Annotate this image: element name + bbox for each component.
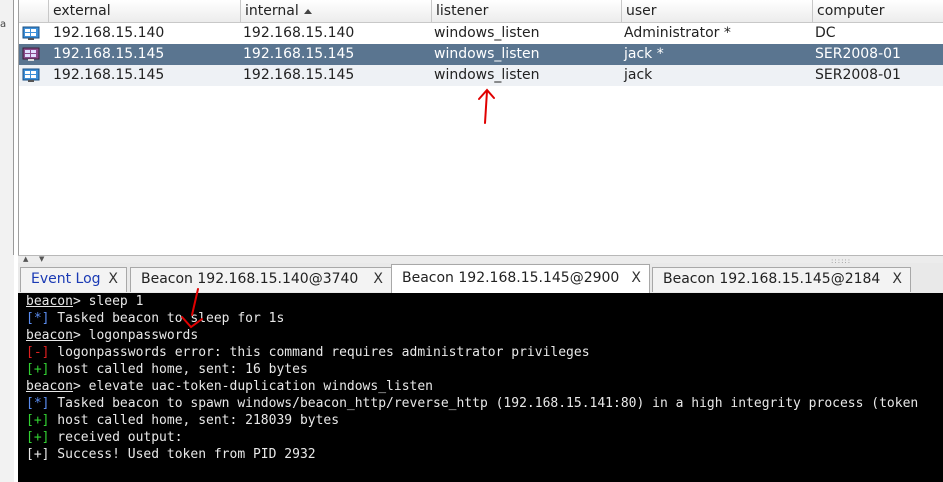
console-line: beacon> elevate uac-token-duplication wi…: [26, 378, 433, 395]
close-icon[interactable]: X: [373, 271, 383, 287]
console-tag: [+]: [26, 447, 50, 462]
left-strip-char: a: [0, 19, 7, 30]
cell-user: jack *: [624, 46, 664, 62]
divider: [13, 0, 14, 255]
console-line: beacon> logonpasswords: [26, 327, 198, 344]
console-text: host called home, sent: 218039 bytes: [49, 413, 340, 428]
console-tag: [+]: [26, 430, 50, 445]
tab-label: Beacon 192.168.15.145@2900: [402, 270, 620, 286]
tab-beacon-3740[interactable]: Beacon 192.168.15.140@3740 X: [130, 267, 392, 292]
console-text: logonpasswords error: this command requi…: [49, 345, 590, 360]
console-text: > sleep 1: [72, 294, 144, 309]
cell-listener: windows_listen: [434, 25, 540, 41]
console-text: > logonpasswords: [72, 328, 199, 343]
cell-external: 192.168.15.145: [53, 67, 165, 83]
console-line: [-] logonpasswords error: this command r…: [26, 344, 590, 361]
beacon-table: external internal listener user computer…: [18, 0, 943, 255]
column-header-listener[interactable]: listener: [431, 0, 621, 22]
windows-host-icon: [22, 68, 40, 82]
console-tag: [*]: [26, 396, 50, 411]
console-line: [+] host called home, sent: 16 bytes: [26, 361, 308, 378]
cell-computer: SER2008-01: [815, 67, 901, 83]
tab-label: Event Log: [31, 271, 101, 287]
console-tag: [-]: [26, 345, 50, 360]
left-strip: a: [0, 0, 14, 482]
console-line: beacon> sleep 1: [26, 293, 143, 310]
tab-beacon-2184[interactable]: Beacon 192.168.15.145@2184 X: [652, 267, 911, 292]
console-line: [*] Tasked beacon to sleep for 1s: [26, 310, 284, 327]
console-prompt: beacon: [26, 294, 73, 309]
cell-user: jack: [624, 67, 653, 83]
cell-internal: 192.168.15.145: [243, 46, 355, 62]
console-prompt: beacon: [26, 379, 73, 394]
console-prompt: beacon: [26, 328, 73, 343]
cell-external: 192.168.15.140: [53, 25, 165, 41]
table-row[interactable]: 192.168.15.145 192.168.15.145 windows_li…: [19, 65, 943, 86]
cell-user: Administrator *: [624, 25, 731, 41]
column-header-internal[interactable]: internal: [240, 0, 431, 22]
collapse-up-icon[interactable]: ▲: [23, 255, 28, 263]
cell-external: 192.168.15.145: [53, 46, 165, 62]
column-header-user[interactable]: user: [621, 0, 812, 22]
collapse-down-icon[interactable]: ▼: [39, 255, 44, 263]
column-label: listener: [436, 3, 489, 19]
sort-ascending-icon: [304, 9, 312, 14]
column-header-external[interactable]: external: [48, 0, 240, 22]
tab-label: Beacon 192.168.15.145@2184: [663, 271, 881, 287]
cell-listener: windows_listen: [434, 67, 540, 83]
console-line: [+] host called home, sent: 218039 bytes: [26, 412, 339, 429]
console-tag: [+]: [26, 413, 50, 428]
column-label: computer: [817, 3, 885, 19]
close-icon[interactable]: X: [108, 271, 118, 287]
close-icon[interactable]: X: [892, 271, 902, 287]
console-tag: [*]: [26, 311, 50, 326]
console-line: [+] received output:: [26, 429, 183, 446]
cell-listener: windows_listen: [434, 46, 540, 62]
table-header: external internal listener user computer: [19, 0, 943, 23]
tab-beacon-2900[interactable]: Beacon 192.168.15.145@2900 X: [391, 264, 650, 293]
console-line: [+] Success! Used token from PID 2932: [26, 446, 316, 463]
column-header-computer[interactable]: computer: [812, 0, 943, 22]
table-row[interactable]: 192.168.15.145 192.168.15.145 windows_li…: [19, 44, 943, 65]
console-text: Tasked beacon to sleep for 1s: [49, 311, 285, 326]
console-text: Tasked beacon to spawn windows/beacon_ht…: [49, 396, 919, 411]
tab-event-log[interactable]: Event Log X: [20, 267, 127, 292]
beacon-console[interactable]: beacon> sleep 1 [*] Tasked beacon to sle…: [18, 293, 943, 482]
close-icon[interactable]: X: [631, 270, 641, 286]
windows-host-icon: [22, 26, 40, 40]
tab-bar: Event Log X Beacon 192.168.15.140@3740 X…: [18, 263, 943, 294]
console-text: Success! Used token from PID 2932: [49, 447, 316, 462]
column-label: user: [626, 3, 657, 19]
cell-computer: SER2008-01: [815, 46, 901, 62]
console-line: [*] Tasked beacon to spawn windows/beaco…: [26, 395, 918, 412]
column-label: external: [53, 3, 111, 19]
console-text: host called home, sent: 16 bytes: [49, 362, 308, 377]
cell-computer: DC: [815, 25, 836, 41]
windows-host-icon: [22, 47, 40, 61]
column-label: internal: [245, 3, 299, 19]
cell-internal: 192.168.15.140: [243, 25, 355, 41]
table-row[interactable]: 192.168.15.140 192.168.15.140 windows_li…: [19, 23, 943, 44]
console-text: received output:: [49, 430, 183, 445]
tab-label: Beacon 192.168.15.140@3740: [141, 271, 359, 287]
console-text: > elevate uac-token-duplication windows_…: [72, 379, 433, 394]
cell-internal: 192.168.15.145: [243, 67, 355, 83]
console-tag: [+]: [26, 362, 50, 377]
